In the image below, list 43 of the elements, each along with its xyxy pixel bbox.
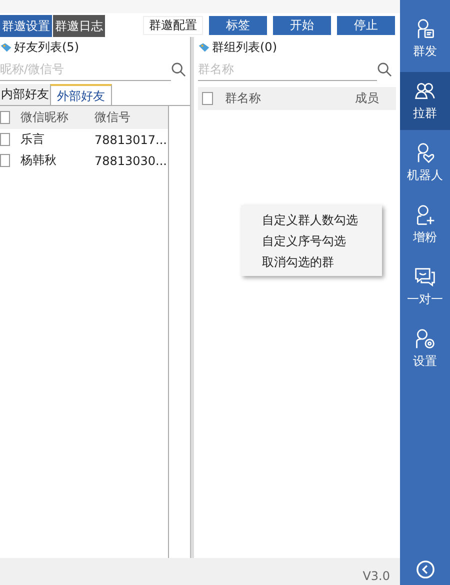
- top-tab[interactable]: 群邀日志: [53, 15, 105, 37]
- chat-icon: [414, 266, 436, 288]
- table-cell: 78813030...: [94, 154, 168, 168]
- table-cell-text: 杨韩秋: [20, 152, 58, 169]
- panel-title: 好友列表(5): [14, 38, 79, 56]
- tag-icon: [198, 42, 210, 52]
- friend-tab[interactable]: 外部好友: [50, 84, 112, 105]
- search-icon[interactable]: [377, 62, 392, 76]
- search-field[interactable]: 昵称/微信号: [0, 57, 171, 81]
- menu-item[interactable]: 取消勾选的群: [241, 251, 382, 272]
- column-header: 微信昵称: [20, 109, 70, 126]
- collapse-icon[interactable]: [416, 560, 434, 579]
- menu-item[interactable]: 自定义群人数勾选: [241, 209, 382, 230]
- table-cell: 78813017...: [94, 132, 168, 146]
- panel-title: 群组列表(0): [212, 38, 277, 56]
- row-checkbox[interactable]: [0, 133, 10, 146]
- top-tab[interactable]: 群邀设置: [0, 15, 52, 37]
- column-header: 微信号: [94, 109, 132, 126]
- menu-item[interactable]: 自定义序号勾选: [241, 230, 382, 251]
- people-icon: [414, 80, 436, 102]
- search-field[interactable]: 群名称: [198, 57, 377, 81]
- tag-icon: [0, 42, 12, 52]
- search-icon[interactable]: [171, 62, 186, 76]
- sidebar-item[interactable]: 拉群: [400, 72, 450, 130]
- sidebar-item[interactable]: 一对一: [400, 258, 450, 316]
- sidebar-item[interactable]: 群发: [400, 10, 450, 68]
- toolbar-button[interactable]: 群邀配置: [143, 16, 203, 35]
- table-cell-text: 乐言: [20, 131, 46, 148]
- sidebar-item[interactable]: 机器人: [400, 134, 450, 192]
- person-plus-icon: [414, 204, 436, 226]
- toolbar-button[interactable]: 停止: [337, 16, 395, 35]
- toolbar-button[interactable]: 标签: [209, 16, 267, 35]
- sidebar-item[interactable]: 设置: [400, 320, 450, 378]
- header-checkbox[interactable]: [0, 111, 10, 124]
- row-checkbox[interactable]: [0, 154, 10, 167]
- header-checkbox[interactable]: [202, 92, 213, 105]
- person-gear-icon: [414, 328, 436, 350]
- toolbar-button[interactable]: 开始: [273, 16, 331, 35]
- version-label: V3.0: [362, 569, 390, 583]
- column-header: 群名称: [225, 90, 262, 107]
- sidebar-item[interactable]: 增粉: [400, 196, 450, 254]
- friend-tab[interactable]: 内部好友: [0, 84, 50, 105]
- column-header: 成员: [355, 90, 379, 107]
